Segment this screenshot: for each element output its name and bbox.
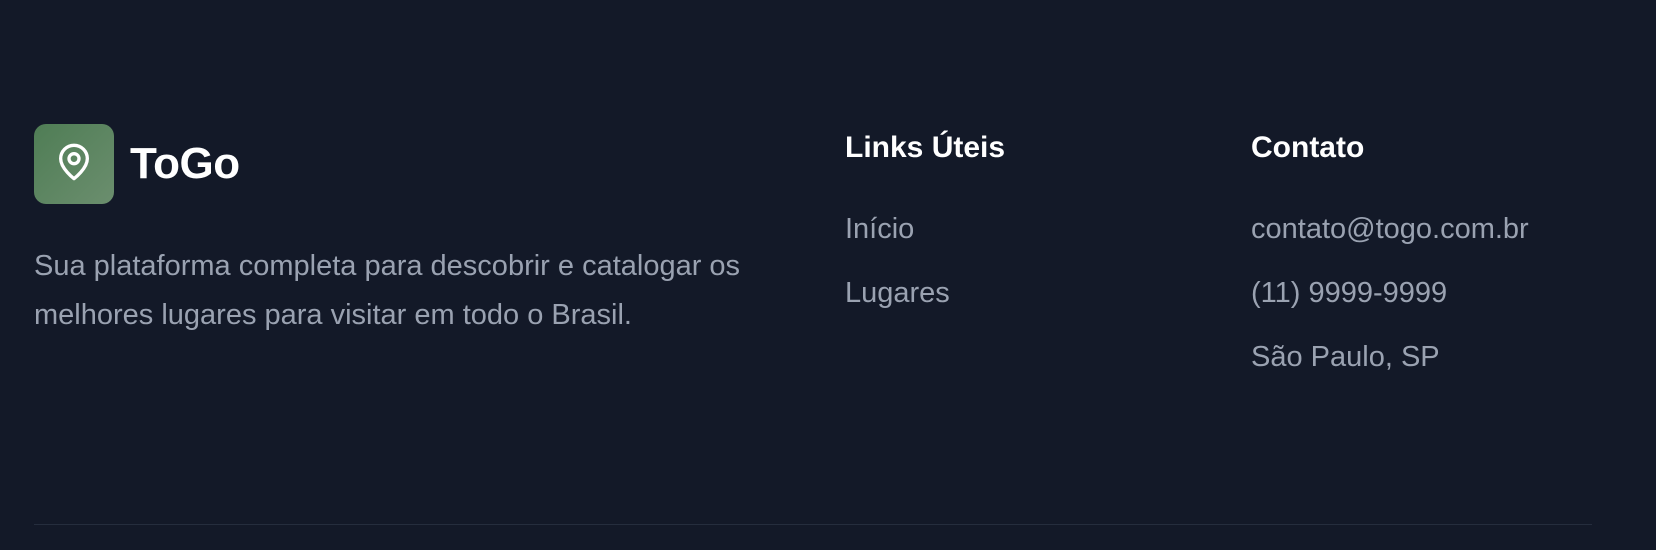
contact-phone: (11) 9999-9999 (1251, 277, 1448, 309)
link-inicio[interactable]: Início (845, 213, 914, 245)
map-pin-icon (54, 141, 94, 188)
contact-heading: Contato (1251, 131, 1365, 164)
brand-header[interactable]: ToGo (34, 124, 774, 204)
brand-description: Sua plataforma completa para descobrir e… (34, 250, 741, 331)
site-footer: ToGo Sua plataforma completa para descob… (0, 0, 1656, 550)
contact-list: contato@togo.com.br (11) 9999-9999 São P… (1251, 211, 1529, 375)
link-lugares[interactable]: Lugares (845, 277, 950, 309)
useful-links-list: Início Lugares (845, 211, 1005, 311)
logo-badge (34, 124, 114, 204)
list-item: Início (845, 211, 1005, 247)
contact-location: São Paulo, SP (1251, 341, 1440, 373)
useful-links-section: Links Úteis Início Lugares (845, 130, 1005, 339)
footer-divider (34, 524, 1592, 525)
brand-name: ToGo (130, 139, 240, 188)
contact-section: Contato contato@togo.com.br (11) 9999-99… (1251, 130, 1529, 403)
list-item: Lugares (845, 275, 1005, 311)
contact-email: contato@togo.com.br (1251, 213, 1529, 245)
brand-section: ToGo Sua plataforma completa para descob… (34, 124, 774, 369)
useful-links-heading: Links Úteis (845, 131, 1006, 164)
